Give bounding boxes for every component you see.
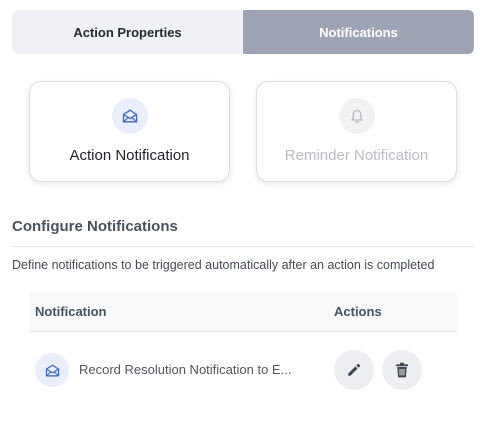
reminder-notification-card[interactable]: Reminder Notification	[256, 81, 457, 182]
action-notification-card[interactable]: Action Notification	[29, 81, 230, 182]
bell-icon	[338, 98, 375, 134]
notification-name: Record Resolution Notification to E...	[79, 362, 292, 377]
edit-icon	[348, 363, 361, 376]
trash-icon	[396, 362, 408, 378]
action-notification-label: Action Notification	[69, 147, 190, 164]
envelope-icon	[35, 353, 69, 387]
divider	[12, 246, 474, 247]
edit-button[interactable]	[334, 350, 374, 390]
section-description: Define notifications to be triggered aut…	[12, 258, 435, 272]
section-title: Configure Notifications	[12, 218, 178, 235]
delete-button[interactable]	[382, 350, 422, 390]
column-header-actions: Actions	[334, 304, 382, 319]
table-row: Record Resolution Notification to E...	[29, 333, 457, 407]
table-header: Notification Actions	[29, 291, 457, 332]
tab-bar: Action Properties Notifications	[12, 10, 474, 54]
notifications-panel: Action Properties Notifications Action N…	[0, 0, 480, 421]
column-header-notification: Notification	[35, 304, 107, 319]
tab-notifications[interactable]: Notifications	[243, 10, 474, 54]
reminder-notification-label: Reminder Notification	[284, 147, 429, 164]
envelope-icon	[111, 98, 148, 134]
tab-action-properties[interactable]: Action Properties	[12, 10, 243, 54]
